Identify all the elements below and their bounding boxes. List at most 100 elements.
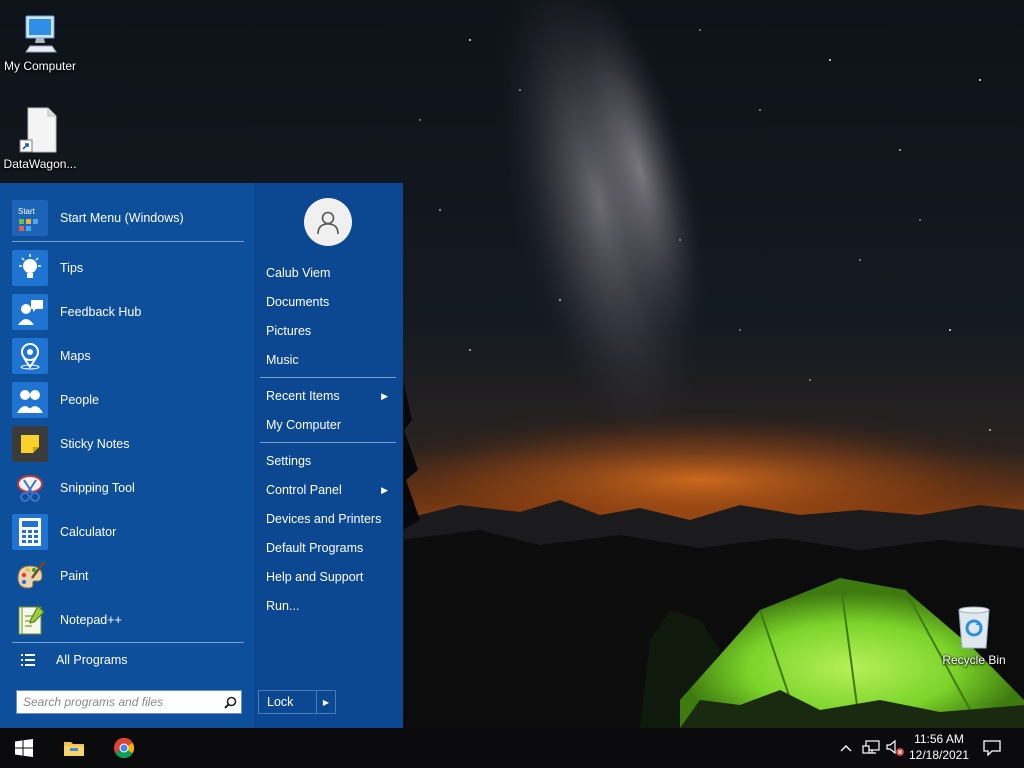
desktop-icon-my-computer[interactable]: My Computer [0,8,80,73]
start-menu-pinned-item[interactable]: Start Start Menu (Windows) [12,200,244,236]
chrome-button[interactable] [100,728,148,768]
menu-item-settings[interactable]: Settings [260,448,396,474]
map-pin-icon [12,338,48,374]
menu-item-default-programs[interactable]: Default Programs [260,535,396,561]
document-shortcut-icon [19,107,57,153]
app-item-tips[interactable]: Tips [12,246,244,290]
start-menu-icon: Start [12,200,48,236]
separator [260,442,396,443]
app-item-feedback-hub[interactable]: Feedback Hub [12,290,244,334]
show-hidden-icons-button[interactable] [836,728,856,768]
search-input[interactable] [17,691,219,713]
start-menu-programs-pane: Start Start Menu (Windows) Tips Feedback… [0,183,254,728]
search-box [16,690,242,714]
menu-item-user[interactable]: Calub Viem [260,260,396,286]
svg-text:Start: Start [18,207,36,216]
avatar[interactable] [304,198,352,246]
user-icon [317,211,339,235]
chevron-right-icon: ▶ [381,484,388,495]
clock-time: 11:56 AM [914,732,964,746]
app-item-paint[interactable]: Paint [12,554,244,598]
separator [260,377,396,378]
menu-item-help-support[interactable]: Help and Support [260,564,396,590]
lock-button[interactable]: Lock ▶ [258,690,336,714]
computer-icon [25,15,57,53]
menu-item-label: Devices and Printers [266,512,382,526]
menu-item-label: Settings [266,454,312,468]
chevron-up-icon [840,745,852,752]
desktop-icon-label: DataWagon... [3,157,77,171]
menu-item-label: Music [266,353,299,367]
calculator-icon [12,514,48,550]
network-icon [862,740,880,754]
notifications-button[interactable] [980,728,1004,768]
feedback-icon [12,294,48,330]
menu-item-documents[interactable]: Documents [260,289,396,315]
app-item-label: Tips [60,261,84,275]
menu-item-label: My Computer [266,418,342,432]
menu-item-recent-items[interactable]: Recent Items ▶ [260,383,396,409]
app-item-label: Feedback Hub [60,305,142,319]
start-menu: Start Start Menu (Windows) Tips Feedback… [0,183,403,728]
app-item-sticky-notes[interactable]: Sticky Notes [12,422,244,466]
clock[interactable]: 11:56 AM 12/18/2021 [906,731,972,763]
network-status-button[interactable] [860,728,882,768]
app-item-calculator[interactable]: Calculator [12,510,244,554]
menu-item-label: Pictures [266,324,312,338]
notification-center-icon [983,740,1001,756]
sticky-note-icon [12,426,48,462]
separator [12,241,244,242]
desktop-icon-datawagon[interactable]: DataWagon... [0,106,80,171]
app-item-maps[interactable]: Maps [12,334,244,378]
app-item-label: Sticky Notes [60,437,130,451]
menu-item-music[interactable]: Music [260,347,396,373]
clock-date: 12/18/2021 [908,748,970,762]
separator [12,642,244,643]
desktop-icon-label: Recycle Bin [942,653,1006,667]
app-item-label: Paint [60,569,89,583]
app-item-label: Maps [60,349,91,363]
desktop-icon-label: My Computer [3,59,77,73]
app-item-notepad-plus-plus[interactable]: Notepad++ [12,598,244,642]
file-explorer-button[interactable] [50,728,98,768]
app-item-label: People [60,393,99,407]
people-icon [12,382,48,418]
windows-start-button[interactable] [0,728,48,768]
app-item-people[interactable]: People [12,378,244,422]
menu-item-label: Recent Items [266,389,340,403]
recent-apps-list: Tips Feedback Hub Maps People Sticky Not… [12,246,244,642]
chevron-right-icon: ▶ [381,390,388,401]
file-explorer-icon [64,742,84,756]
menu-item-label: Control Panel [266,483,342,497]
menu-item-run[interactable]: Run... [260,593,396,619]
volume-muted-icon [886,739,904,756]
app-item-label: Snipping Tool [60,481,135,495]
chrome-icon [114,737,135,759]
menu-item-my-computer[interactable]: My Computer [260,412,396,438]
app-item-label: Calculator [60,525,117,539]
app-item-snipping-tool[interactable]: Snipping Tool [12,466,244,510]
list-icon [12,653,44,667]
menu-item-control-panel[interactable]: Control Panel ▶ [260,477,396,503]
notepad-icon [12,602,48,638]
menu-item-pictures[interactable]: Pictures [260,318,396,344]
lock-options-arrow-icon[interactable]: ▶ [316,691,335,713]
desktop-icon-recycle-bin[interactable]: Recycle Bin [934,602,1014,667]
start-menu-places-pane: Calub Viem Documents Pictures Music Rece… [254,183,403,728]
all-programs-button[interactable]: All Programs [12,645,244,675]
all-programs-label: All Programs [56,653,128,667]
lock-button-label: Lock [267,695,294,709]
lightbulb-icon [12,250,48,286]
scissors-icon [12,470,48,506]
windows-start-icon [15,739,33,757]
recycle-bin-icon [958,606,990,649]
search-icon[interactable] [219,696,241,709]
menu-item-label: Documents [266,295,330,309]
menu-item-label: Help and Support [266,570,364,584]
menu-item-devices-printers[interactable]: Devices and Printers [260,506,396,532]
volume-button[interactable] [884,728,906,768]
menu-item-label: Default Programs [266,541,364,555]
menu-item-label: Calub Viem [266,266,331,280]
app-item-label: Notepad++ [60,613,122,627]
menu-item-label: Run... [266,599,300,613]
